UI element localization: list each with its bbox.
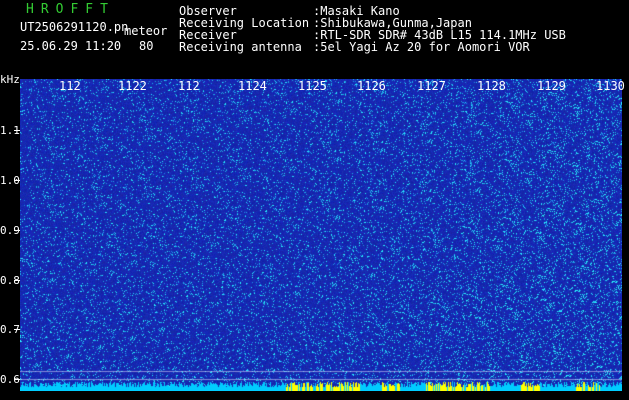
x-tick-label: 1124 xyxy=(238,79,267,93)
count: 80 xyxy=(139,39,154,53)
x-tick-label: 1122 xyxy=(118,79,147,93)
filename: UT2506291120.pn xyxy=(20,20,129,34)
y-tick-mark xyxy=(14,180,20,181)
y-tick-mark xyxy=(14,230,20,231)
y-unit: kHz xyxy=(0,73,20,86)
y-tick-mark xyxy=(14,379,20,380)
x-tick-label: 1130 xyxy=(596,79,625,93)
x-tick-label: 1125 xyxy=(298,79,327,93)
spectrogram xyxy=(20,79,622,391)
x-tick-label: 112 xyxy=(59,79,81,93)
antenna-value: :5el Yagi Az 20 for Aomori VOR xyxy=(313,40,530,54)
y-tick-mark xyxy=(14,280,20,281)
x-tick-label: 1127 xyxy=(417,79,446,93)
datetime: 25.06.29 11:20 xyxy=(20,39,122,53)
app-brand: HROFFT xyxy=(26,2,115,17)
y-tick-mark xyxy=(14,130,20,131)
y-tick-mark xyxy=(14,329,20,330)
x-tick-label: 112 xyxy=(178,79,200,93)
x-tick-label: 1126 xyxy=(357,79,386,93)
x-tick-label: 1128 xyxy=(477,79,506,93)
filename-suffix: meteor xyxy=(124,24,168,38)
x-tick-label: 1129 xyxy=(537,79,566,93)
antenna-label: Receiving antenna xyxy=(179,40,302,54)
